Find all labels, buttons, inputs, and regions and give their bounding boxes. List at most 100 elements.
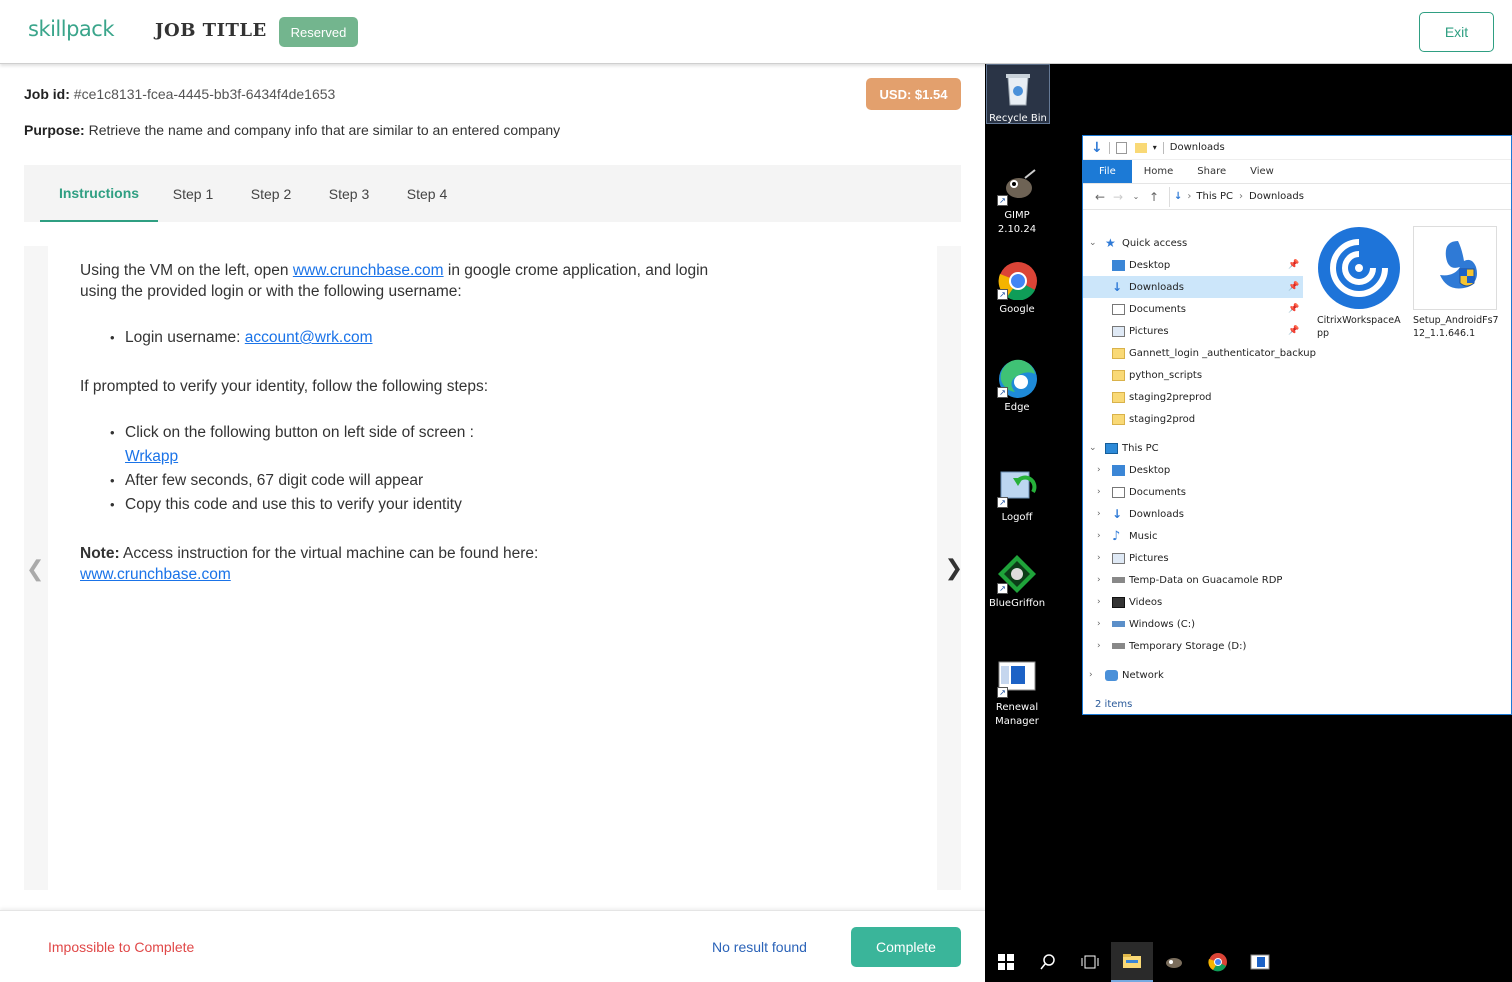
chevron-right-icon[interactable]: › — [1097, 531, 1101, 541]
chevron-right-icon[interactable]: › — [1097, 575, 1101, 585]
nav-qa-staging2prod[interactable]: staging2prod — [1083, 408, 1303, 430]
nav-network[interactable]: › Network — [1083, 664, 1303, 686]
tab-instructions[interactable]: Instructions — [40, 165, 158, 222]
back-icon[interactable]: ← — [1091, 190, 1109, 204]
job-panel: Job id: #ce1c8131-fcea-4445-bb3f-6434f4d… — [0, 64, 985, 910]
desktop-icon-google[interactable]: ↗ Google — [985, 260, 1049, 317]
quick-access-dropdown-icon[interactable]: ▾ — [1153, 143, 1157, 152]
tab-step-2[interactable]: Step 2 — [244, 165, 298, 222]
nav-qa-python-scripts[interactable]: python_scripts — [1083, 364, 1303, 386]
chevron-right-icon[interactable]: › — [1097, 487, 1101, 497]
chevron-right-icon[interactable]: ❯ — [945, 555, 963, 581]
nav-label: python_scripts — [1129, 369, 1203, 381]
ribbon-tab-home[interactable]: Home — [1132, 160, 1186, 183]
exit-button[interactable]: Exit — [1419, 12, 1494, 52]
desktop-icon-recycle-bin[interactable]: Recycle Bin — [986, 64, 1050, 124]
app-header: skillpack JOB TITLE Reserved Exit — [0, 0, 1512, 64]
desktop-icon-logoff[interactable]: ↗ Logoff — [985, 468, 1049, 525]
tab-step-4[interactable]: Step 4 — [400, 165, 454, 222]
new-folder-icon[interactable] — [1134, 142, 1147, 153]
nav-qa-pictures[interactable]: Pictures 📌 — [1083, 320, 1303, 342]
remote-desktop[interactable]: Recycle Bin ↗ GIMP 2.10.24 ↗ Google ↗ Ed… — [985, 64, 1512, 982]
taskbar-file-explorer[interactable] — [1111, 942, 1153, 982]
ribbon-tab-view[interactable]: View — [1238, 160, 1286, 183]
nav-qa-downloads[interactable]: ↓ Downloads 📌 — [1083, 276, 1303, 298]
tab-step-3[interactable]: Step 3 — [322, 165, 376, 222]
chevron-right-icon[interactable]: › — [1097, 553, 1101, 563]
wrkapp-link[interactable]: Wrkapp — [125, 448, 178, 465]
breadcrumb-downloads[interactable]: Downloads — [1249, 191, 1304, 202]
nav-qa-gannett[interactable]: Gannett_login _authenticator_backup — [1083, 342, 1316, 364]
address-box[interactable]: ↓ › This PC › Downloads — [1169, 186, 1511, 207]
nav-pc-windows-c[interactable]: › Windows (C:) — [1083, 613, 1303, 635]
step-text: Click on the following button on left si… — [125, 424, 474, 441]
shortcut-arrow-icon: ↗ — [997, 289, 1008, 300]
desktop-icon-label: Recycle Bin — [989, 113, 1047, 124]
nav-pc-temporary-storage[interactable]: › Temporary Storage (D:) — [1083, 635, 1303, 657]
breadcrumb-this-pc[interactable]: This PC — [1196, 191, 1233, 202]
login-email-link[interactable]: account@wrk.com — [245, 329, 373, 346]
music-icon: ♪ — [1112, 528, 1121, 544]
network-icon — [1105, 669, 1118, 681]
desktop-icon-label: Logoff — [1001, 512, 1033, 523]
nav-qa-desktop[interactable]: Desktop 📌 — [1083, 254, 1303, 276]
nav-quick-access[interactable]: ⌄ ★ Quick access — [1083, 232, 1303, 254]
nav-pc-desktop[interactable]: › Desktop — [1083, 459, 1303, 481]
chevron-right-icon[interactable]: › — [1097, 509, 1101, 519]
chevron-right-icon[interactable]: › — [1097, 465, 1101, 475]
taskbar-chrome[interactable] — [1197, 942, 1239, 982]
task-view-button[interactable] — [1069, 942, 1111, 982]
nav-qa-staging2preprod[interactable]: staging2preprod — [1083, 386, 1303, 408]
chevron-right-icon[interactable]: › — [1097, 619, 1101, 629]
nav-this-pc[interactable]: ⌄ This PC — [1083, 437, 1303, 459]
windows-drive-icon — [1112, 621, 1125, 627]
impossible-button[interactable]: Impossible to Complete — [48, 939, 194, 955]
file-setup-androidfs[interactable]: Setup_AndroidFs712_1.1.646.1 — [1413, 226, 1499, 340]
videos-icon — [1112, 596, 1125, 608]
ribbon-tab-file[interactable]: File — [1083, 160, 1132, 183]
desktop-icon-gimp[interactable]: ↗ GIMP 2.10.24 — [985, 166, 1049, 237]
chevron-right-icon[interactable]: › — [1097, 597, 1101, 607]
properties-icon[interactable] — [1115, 141, 1127, 154]
desktop-icon-renewal-manager[interactable]: ↗ Renewal Manager — [985, 658, 1049, 729]
complete-button[interactable]: Complete — [851, 927, 961, 967]
nav-pc-temp-data[interactable]: › Temp-Data on Guacamole RDP — [1083, 569, 1303, 591]
nav-pc-pictures[interactable]: › Pictures — [1083, 547, 1303, 569]
shortcut-arrow-icon: ↗ — [997, 583, 1008, 594]
explorer-titlebar[interactable]: ↓ ▾ Downloads — [1083, 136, 1511, 160]
nav-pc-downloads[interactable]: › ↓ Downloads — [1083, 503, 1303, 525]
crunchbase-link[interactable]: www.crunchbase.com — [293, 262, 444, 279]
file-explorer-window[interactable]: ↓ ▾ Downloads File Home Share View ← → ⌄… — [1082, 135, 1512, 715]
chevron-left-icon[interactable]: ❮ — [26, 556, 44, 582]
file-label: CitrixWorkspaceApp — [1317, 315, 1401, 339]
note-crunchbase-link[interactable]: www.crunchbase.com — [80, 566, 231, 583]
download-arrow-icon: ↓ — [1091, 139, 1103, 156]
nav-label: Desktop — [1129, 259, 1171, 271]
start-button[interactable] — [985, 942, 1027, 982]
taskbar-search-button[interactable] — [1027, 942, 1069, 982]
forward-icon[interactable]: → — [1109, 190, 1127, 204]
chevron-right-icon[interactable]: › — [1097, 641, 1101, 651]
breadcrumb-separator-icon: › — [1187, 191, 1192, 202]
nav-pc-videos[interactable]: › Videos — [1083, 591, 1303, 613]
file-citrix-workspace[interactable]: CitrixWorkspaceApp — [1317, 226, 1403, 340]
purpose-value: Retrieve the name and company info that … — [88, 122, 561, 138]
nav-pc-music[interactable]: › ♪ Music — [1083, 525, 1303, 547]
chevron-down-icon[interactable]: ⌄ — [1089, 443, 1097, 453]
list-item: Copy this code and use this to verify yo… — [110, 493, 720, 517]
desktop-icon-bluegriffon[interactable]: ↗ BlueGriffon — [985, 554, 1049, 611]
nav-qa-documents[interactable]: Documents 📌 — [1083, 298, 1303, 320]
nav-pc-documents[interactable]: › Documents — [1083, 481, 1303, 503]
taskbar-gimp[interactable] — [1153, 942, 1195, 982]
taskbar-renewal-manager[interactable] — [1239, 942, 1281, 982]
desktop-folder-icon — [1112, 464, 1125, 476]
recent-dropdown-icon[interactable]: ⌄ — [1127, 192, 1145, 201]
tab-bar: Instructions Step 1 Step 2 Step 3 Step 4 — [24, 165, 961, 222]
chevron-down-icon[interactable]: ⌄ — [1089, 238, 1097, 248]
desktop-icon-edge[interactable]: ↗ Edge — [985, 358, 1049, 415]
up-icon[interactable]: ↑ — [1145, 190, 1163, 204]
no-result-button[interactable]: No result found — [712, 939, 807, 955]
ribbon-tab-share[interactable]: Share — [1185, 160, 1238, 183]
tab-step-1[interactable]: Step 1 — [166, 165, 220, 222]
chevron-right-icon[interactable]: › — [1089, 670, 1093, 680]
